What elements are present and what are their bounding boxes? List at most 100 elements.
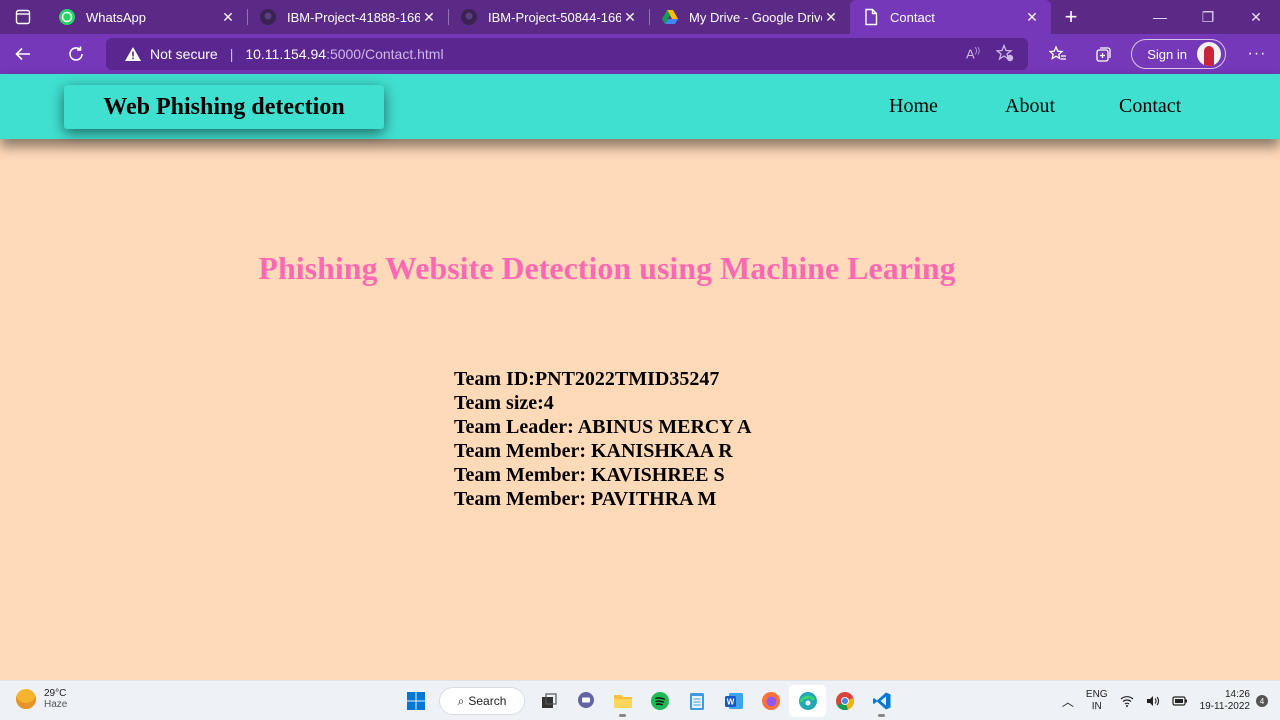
restore-button[interactable]: ❐ [1184,0,1232,34]
svg-text:W: W [726,698,734,707]
tab-title: WhatsApp [86,9,146,25]
back-button[interactable] [0,34,46,74]
nav-home-link[interactable]: Home [889,74,938,139]
collections-button[interactable] [1081,45,1127,63]
wifi-icon[interactable] [1120,695,1134,707]
url-path: :5000/Contact.html [326,46,444,62]
tab-actions-icon [15,9,31,25]
team-member: Team Member: KANISHKAA R [454,440,733,462]
notification-badge[interactable]: 4 [1256,695,1268,707]
add-favorite-icon[interactable] [995,43,1014,65]
new-tab-button[interactable]: + [1051,0,1091,34]
word-button[interactable]: W [715,685,752,717]
tab-contact[interactable]: Contact ✕ [850,0,1051,34]
firefox-icon [761,692,780,710]
security-status-label[interactable]: Not secure [150,46,218,62]
sign-in-button[interactable]: Sign in [1131,39,1226,69]
favorites-icon [1049,45,1067,60]
toolbar-right: Sign in ··· [1035,34,1280,74]
site-header: Web Phishing detection Home About Contac… [0,74,1280,139]
spotify-icon [650,692,669,710]
folder-icon [613,695,632,708]
language-indicator[interactable]: ENG IN [1086,689,1108,713]
window-controls: — ❐ ✕ [1136,0,1280,34]
tab-ibm-project-41888[interactable]: IBM-Project-41888-166 ✕ [247,0,448,34]
tab-google-drive[interactable]: My Drive - Google Drive ✕ [649,0,850,34]
page-title: Phishing Website Detection using Machine… [258,250,956,286]
site-brand[interactable]: Web Phishing detection [64,85,384,129]
taskbar: 29°C Haze ⌕ Search W ︿ ENG IN 14:26 19-1… [0,680,1280,720]
close-icon[interactable]: ✕ [621,9,639,26]
tab-whatsapp[interactable]: WhatsApp ✕ [46,0,247,34]
taskbar-apps: ⌕ Search W [397,685,900,717]
volume-icon[interactable] [1146,695,1160,707]
team-details: Team ID:PNT2022TMID35247 Team size:4 Tea… [454,367,751,511]
close-icon[interactable]: ✕ [420,9,438,26]
edge-icon [798,692,817,710]
team-id: Team ID:PNT2022TMID35247 [454,368,720,390]
settings-more-button[interactable]: ··· [1234,45,1280,63]
nav-contact-link[interactable]: Contact [1119,74,1181,139]
warning-icon[interactable] [124,46,142,62]
tab-actions-button[interactable] [0,0,46,34]
vscode-button[interactable] [863,685,900,717]
firefox-button[interactable] [752,685,789,717]
divider: | [229,46,234,62]
chevron-up-icon[interactable]: ︿ [1062,693,1074,710]
whatsapp-icon [58,8,76,26]
system-tray: ︿ ENG IN 14:26 19-11-2022 4 [1056,681,1280,720]
search-icon: ⌕ [457,693,465,708]
language-code: ENG [1085,689,1108,700]
github-icon [259,8,277,26]
start-button[interactable] [397,685,434,717]
minimize-button[interactable]: — [1136,0,1184,34]
clock[interactable]: 14:26 19-11-2022 [1200,689,1250,713]
word-icon: W [724,693,743,709]
refresh-icon [69,46,83,61]
read-aloud-icon[interactable]: A)) [966,46,980,61]
page-icon [862,8,880,26]
chrome-button[interactable] [826,685,863,717]
sign-in-label: Sign in [1147,46,1187,62]
team-leader: Team Leader: ABINUS MERCY A [454,416,752,438]
favorites-button[interactable] [1035,45,1081,63]
clock-time: 14:26 [1224,689,1250,700]
weather-condition: Haze [44,699,68,710]
chrome-icon [835,692,854,711]
browser-toolbar: Not secure | 10.11.154.94:5000/Contact.h… [0,34,1280,74]
search-label: Search [468,694,507,708]
team-member: Team Member: KAVISHREE S [454,464,725,486]
taskbar-search[interactable]: ⌕ Search [439,687,525,715]
task-view-icon [541,693,557,708]
task-view-button[interactable] [530,685,567,717]
teams-chat-button[interactable] [567,685,604,717]
close-icon[interactable]: ✕ [1023,9,1041,26]
address-bar[interactable]: Not secure | 10.11.154.94:5000/Contact.h… [106,38,1028,70]
close-icon[interactable]: ✕ [219,9,237,26]
clock-date: 19-11-2022 [1199,701,1250,712]
weather-temperature: 29°C [44,688,67,699]
more-dots-icon: ··· [1247,45,1267,62]
refresh-button[interactable] [53,34,99,74]
language-region: IN [1091,701,1102,712]
windows-logo-icon [406,692,425,710]
chat-icon [577,692,594,708]
collections-icon [1096,47,1111,62]
browser-tab-strip: WhatsApp ✕ IBM-Project-41888-166 ✕ IBM-P… [0,0,1280,34]
notepad-button[interactable] [678,685,715,717]
weather-widget[interactable]: 29°C Haze [16,688,67,710]
close-window-button[interactable]: ✕ [1232,0,1280,34]
battery-icon[interactable] [1171,695,1188,707]
file-explorer-button[interactable] [604,685,641,717]
close-icon[interactable]: ✕ [822,9,840,26]
tab-title: Contact [890,9,935,25]
vscode-icon [872,692,890,710]
plus-icon: + [1064,4,1078,29]
google-drive-icon [661,8,679,26]
edge-button[interactable] [789,685,826,717]
tab-ibm-project-50844[interactable]: IBM-Project-50844-166 ✕ [448,0,649,34]
team-size: Team size:4 [454,392,554,414]
spotify-button[interactable] [641,685,678,717]
nav-about-link[interactable]: About [1005,74,1055,139]
notepad-icon [689,693,704,710]
